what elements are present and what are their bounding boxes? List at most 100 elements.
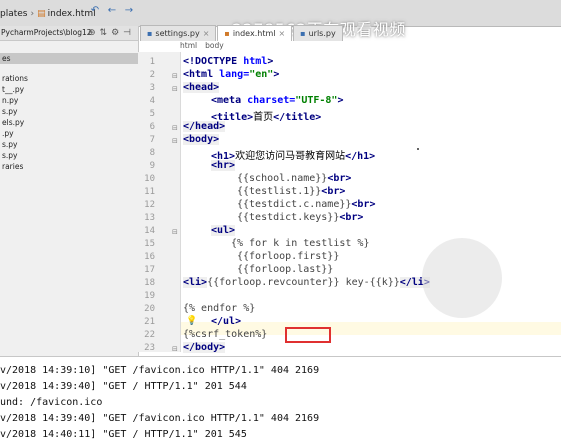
line-number: 8 <box>149 148 155 158</box>
tree-item[interactable]: els.py <box>0 117 138 128</box>
code-token: <ul> <box>211 225 236 236</box>
line-number: 20 <box>144 304 155 314</box>
code-line[interactable]: {{forloop.first}} <box>237 251 339 262</box>
code-line[interactable]: <head> <box>183 82 220 93</box>
tab-index[interactable]: ▪ index.html × <box>217 25 293 41</box>
line-number: 12 <box>144 200 155 210</box>
code-line[interactable]: </body> <box>183 342 226 353</box>
project-root-label[interactable]: PycharmProjects\blog12 <box>1 28 92 37</box>
cursor-spotlight <box>422 238 502 318</box>
tree-item[interactable]: es <box>0 53 138 64</box>
tree-item[interactable]: .py <box>0 128 138 139</box>
code-line[interactable]: <hr> <box>211 160 236 171</box>
globe-icon[interactable]: ⊕ <box>88 28 96 38</box>
code-line[interactable]: </head> <box>183 121 226 132</box>
run-console: v/2018 14:39:10] "GET /favicon.ico HTTP/… <box>0 356 561 445</box>
line-number: 9 <box>149 161 155 171</box>
code-line[interactable]: <body> <box>183 134 220 145</box>
fold-icon[interactable]: ⊟ <box>172 137 178 145</box>
hide-panel-icon[interactable]: ⊣ <box>123 28 131 38</box>
python-file-icon: ▪ <box>300 29 306 38</box>
gear-icon[interactable]: ⚙ <box>111 28 119 38</box>
code-line[interactable]: {{forloop.last}} <box>237 264 333 275</box>
code-token: 首页 <box>253 112 274 123</box>
back-icon[interactable]: ← <box>105 4 119 18</box>
undo-icon[interactable]: ↶ <box>88 4 102 18</box>
code-token: <li> <box>183 277 208 288</box>
code-token: "UTF-8" <box>295 95 338 106</box>
code-line[interactable]: {% endfor %} <box>183 303 255 314</box>
breadcrumb-folder[interactable]: plates <box>0 9 27 19</box>
fold-icon[interactable]: ⊟ <box>172 72 178 80</box>
navigation-breadcrumb: plates › ▤ index.html <box>0 6 96 22</box>
code-line[interactable]: <h1>欢迎您访问马哥教育网站</h1> <box>211 147 375 162</box>
code-line[interactable]: {{testdict.c.name}}<br> <box>237 199 375 210</box>
fold-icon[interactable]: ⊟ <box>172 345 178 353</box>
tree-item[interactable]: s.py <box>0 150 138 161</box>
fold-icon[interactable]: ⊟ <box>172 124 178 132</box>
code-token: {% endfor %} <box>183 303 256 314</box>
mouse-cursor <box>417 148 419 150</box>
console-line: v/2018 14:39:40] "GET / HTTP/1.1" 201 54… <box>0 381 247 392</box>
tab-urls[interactable]: ▪ urls.py <box>293 25 343 41</box>
fold-icon[interactable]: ⊟ <box>172 228 178 236</box>
code-line[interactable]: </ul> <box>211 316 241 327</box>
line-number: 22 <box>144 330 155 340</box>
lightbulb-icon[interactable]: 💡 <box>186 316 197 326</box>
code-line[interactable]: <meta charset="UTF-8"> <box>211 95 343 106</box>
tree-item[interactable]: rations <box>0 73 138 84</box>
breadcrumb-body[interactable]: body <box>205 41 224 50</box>
code-token: > <box>337 95 344 106</box>
line-number: 17 <box>144 265 155 275</box>
line-number: 14 <box>144 226 155 236</box>
code-line[interactable]: <html lang="en"> <box>183 69 279 80</box>
line-number: 1 <box>149 57 155 67</box>
close-icon[interactable]: × <box>278 29 285 38</box>
split-icon[interactable]: ⇅ <box>100 28 108 38</box>
tab-settings[interactable]: ▪ settings.py × <box>140 25 217 41</box>
code-line[interactable]: {{testlist.1}}<br> <box>237 186 345 197</box>
console-line: und: /favicon.ico <box>0 397 103 408</box>
fold-icon[interactable]: ⊟ <box>172 85 178 93</box>
console-line: v/2018 14:39:40] "GET /favicon.ico HTTP/… <box>0 413 320 424</box>
code-line[interactable]: {% for k in testlist %} <box>231 238 369 249</box>
code-line[interactable]: {{school.name}}<br> <box>237 173 351 184</box>
line-number: 21 <box>144 317 155 327</box>
tree-item[interactable]: s.py <box>0 106 138 117</box>
forward-icon[interactable]: → <box>122 4 136 18</box>
code-line[interactable]: <!DOCTYPE html> <box>183 56 273 67</box>
code-token: {{testdict.c.name}} <box>237 199 352 210</box>
line-number: 10 <box>144 174 155 184</box>
code-token: > <box>267 56 274 67</box>
console-line: v/2018 14:40:11] "GET / HTTP/1.1" 201 54… <box>0 429 247 440</box>
code-token: </title> <box>273 112 322 123</box>
code-line[interactable]: {{testdict.keys}}<br> <box>237 212 363 223</box>
code-token: </head> <box>183 121 226 132</box>
code-token: "en" <box>249 69 274 80</box>
project-panel-icons: ⊕ ⇅ ⚙ ⊣ <box>88 28 131 38</box>
console-line: v/2018 14:39:10] "GET /favicon.ico HTTP/… <box>0 365 320 376</box>
code-token: <br> <box>339 212 364 223</box>
tree-item[interactable]: n.py <box>0 95 138 106</box>
project-tree: es rations t__.py n.py s.py els.py .py s… <box>0 40 138 172</box>
html-file-icon: ▪ <box>224 29 230 38</box>
code-line[interactable]: {%csrf_token%} <box>183 329 267 340</box>
code-token: <meta <box>211 95 248 106</box>
code-line[interactable]: <li>{{forloop.revcounter}} key-{{k}}</li… <box>183 277 430 288</box>
tree-item[interactable]: t__.py <box>0 84 138 95</box>
code-token: {%csrf_token%} <box>183 329 268 340</box>
tree-item[interactable]: raries <box>0 161 138 172</box>
tree-item[interactable]: s.py <box>0 139 138 150</box>
line-number: 23 <box>144 343 155 353</box>
code-token: html <box>243 56 268 67</box>
code-line[interactable]: <title>首页</title> <box>211 108 321 123</box>
code-token: lang= <box>219 69 250 80</box>
line-number: 13 <box>144 213 155 223</box>
code-line[interactable]: <ul> <box>211 225 236 236</box>
line-number: 6 <box>149 122 155 132</box>
breadcrumb-html[interactable]: html <box>180 41 197 50</box>
code-token: <!DOCTYPE <box>183 56 244 67</box>
editor-tabs: ▪ settings.py × ▪ index.html × ▪ urls.py <box>140 25 344 41</box>
line-number: 3 <box>149 83 155 93</box>
close-icon[interactable]: × <box>203 29 210 38</box>
